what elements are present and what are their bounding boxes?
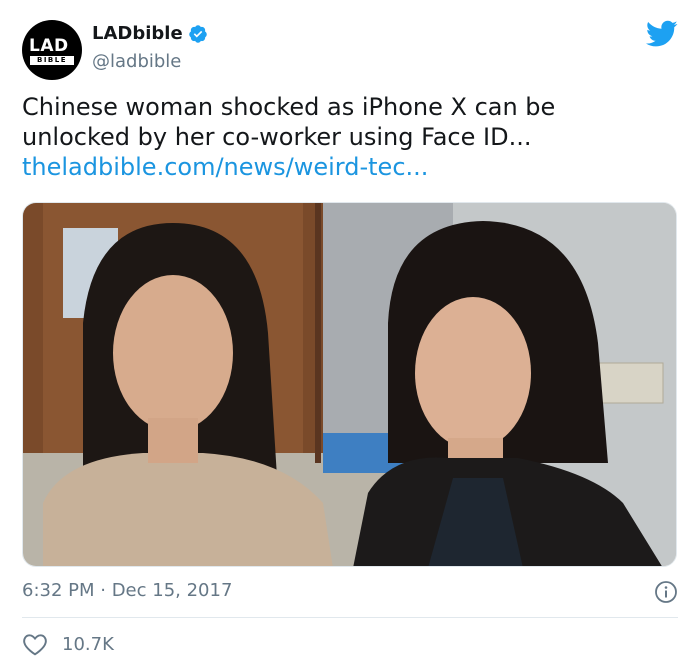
photo-illustration: [23, 203, 676, 566]
like-count: 10.7K: [62, 633, 114, 655]
heart-icon[interactable]: [22, 632, 48, 656]
display-name[interactable]: LADbible: [92, 23, 183, 44]
tweet-timestamp[interactable]: 6:32 PM · Dec 15, 2017: [22, 580, 232, 601]
like-row[interactable]: 10.7K: [22, 632, 114, 656]
avatar-logo-bible: BIBLE: [30, 56, 74, 65]
author-name-row[interactable]: LADbible: [92, 23, 208, 44]
tweet-text-line-2: unlocked by her co-worker using Face ID.…: [22, 123, 532, 151]
divider: [22, 617, 678, 618]
verified-badge-icon: [188, 24, 208, 44]
twitter-bird-icon[interactable]: [645, 20, 678, 48]
tweet-link[interactable]: theladbible.com/news/weird-tec...: [22, 152, 672, 182]
avatar-logo-lad: LAD: [29, 36, 69, 56]
tweet-text-line-1: Chinese woman shocked as iPhone X can be: [22, 93, 556, 121]
avatar[interactable]: LAD BIBLE: [22, 20, 82, 80]
tweet-text: Chinese woman shocked as iPhone X can be…: [22, 92, 672, 182]
tweet-card: LAD BIBLE LADbible @ladbible Chinese wom…: [0, 0, 700, 670]
handle[interactable]: @ladbible: [92, 51, 181, 72]
info-icon[interactable]: [654, 580, 678, 604]
tweet-media-photo[interactable]: [22, 202, 677, 567]
